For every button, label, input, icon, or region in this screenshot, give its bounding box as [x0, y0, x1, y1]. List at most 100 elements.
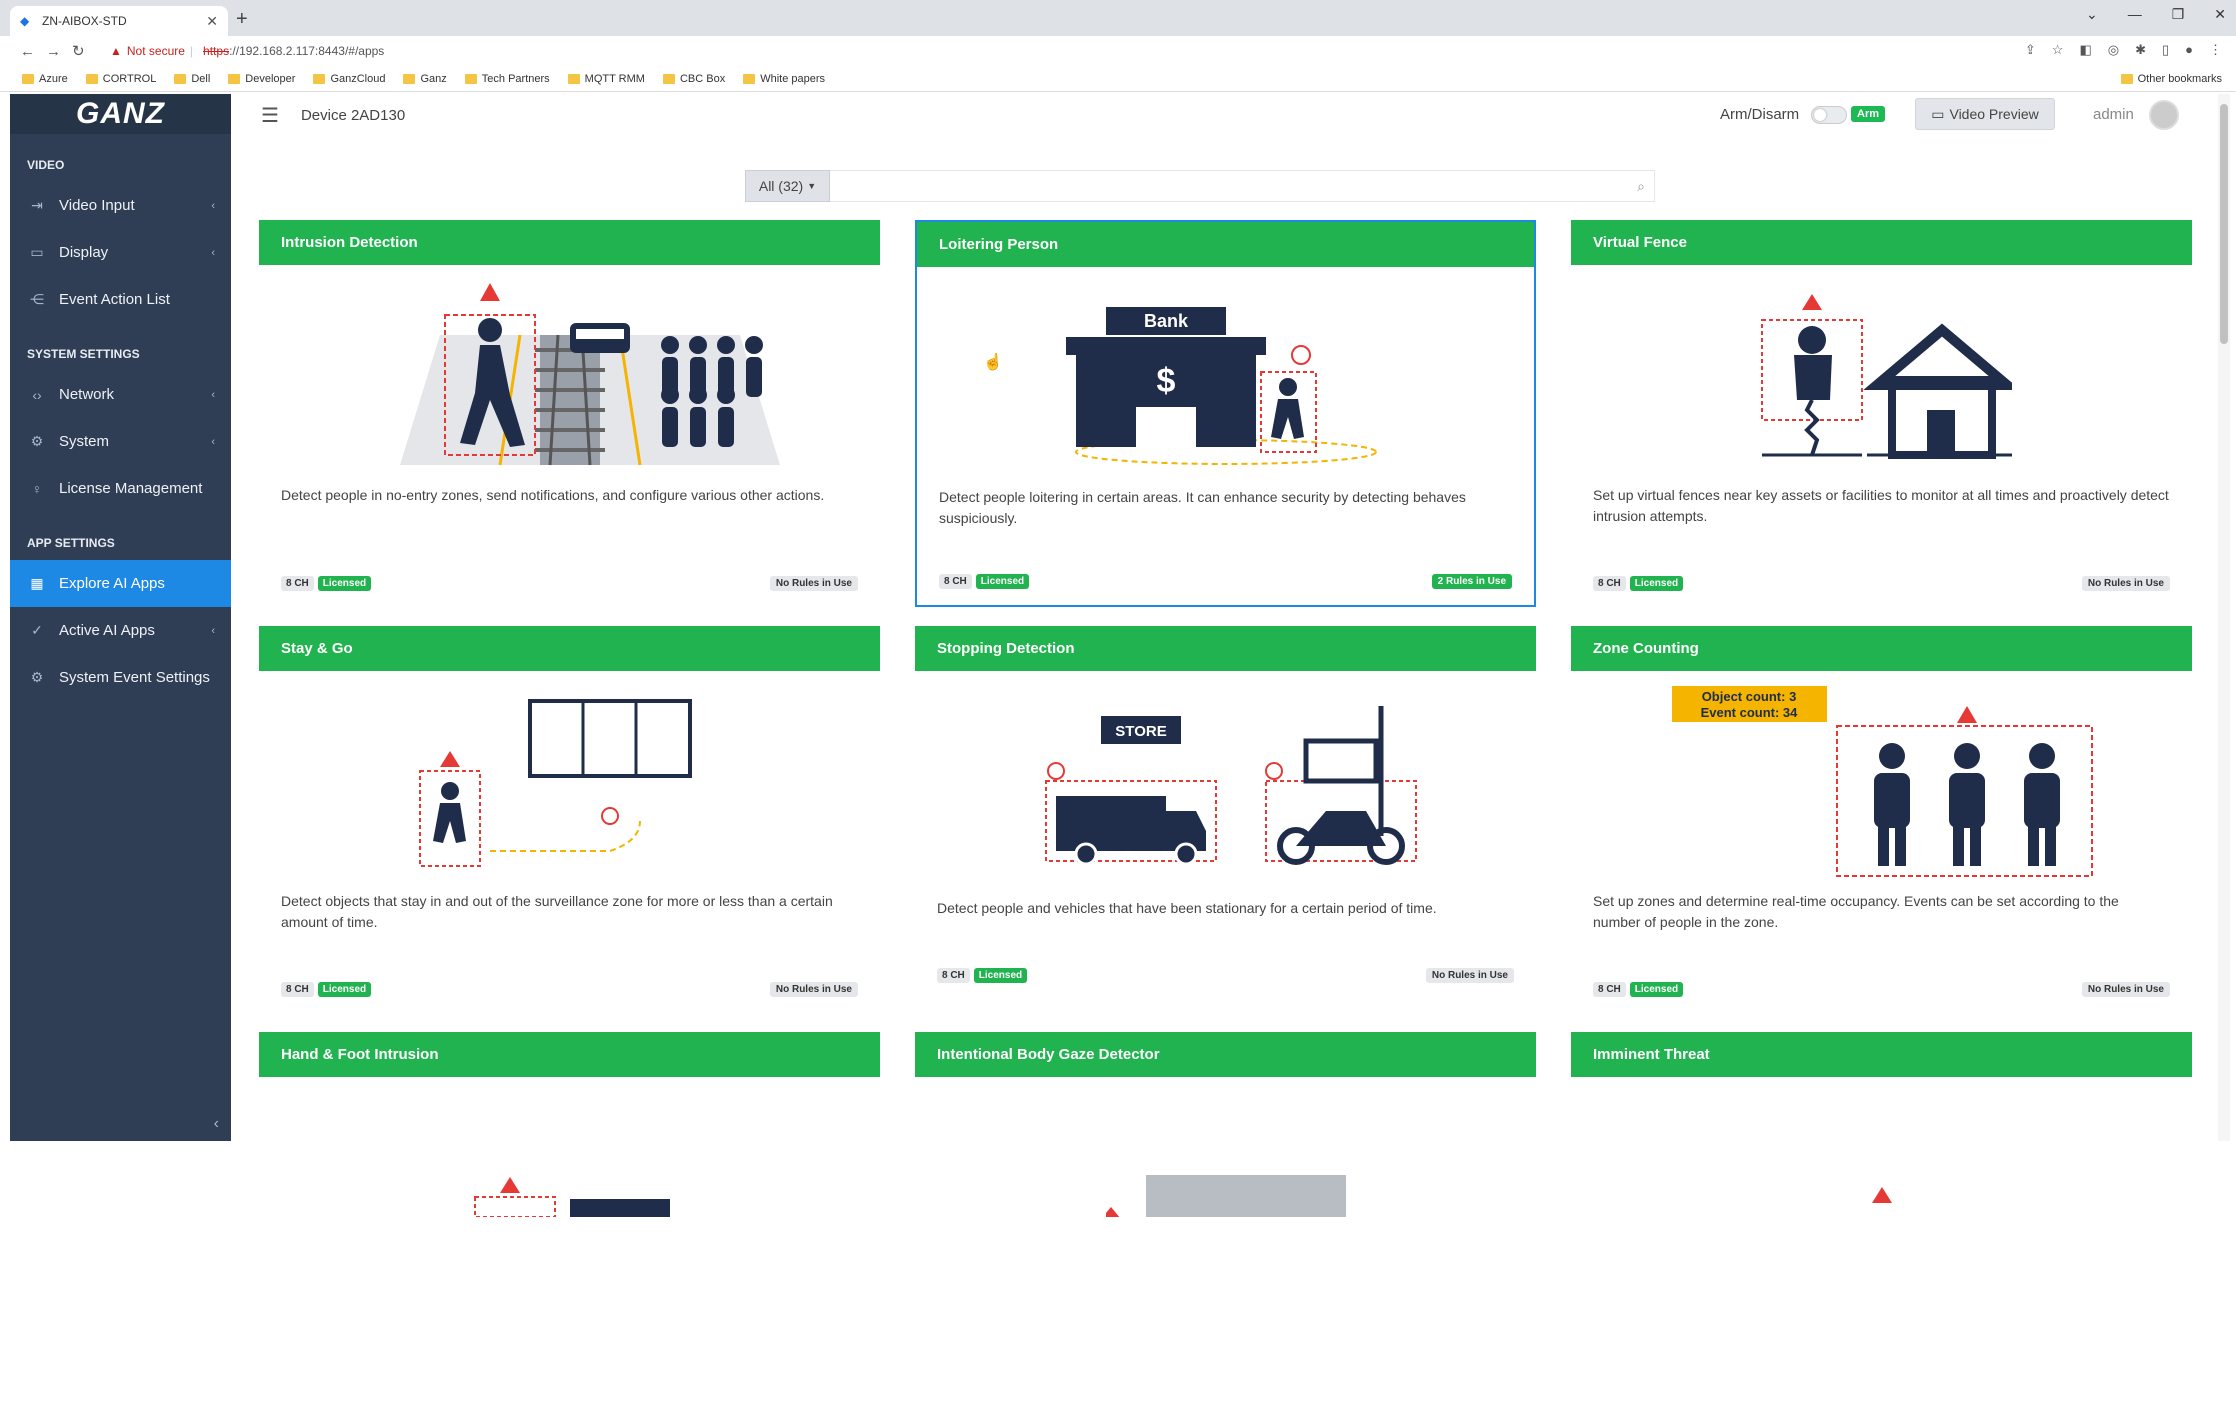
- category-dropdown[interactable]: All (32) ▼: [745, 170, 830, 202]
- close-tab-icon[interactable]: ✕: [206, 13, 218, 30]
- bookmark-item[interactable]: Ganz: [403, 73, 447, 85]
- app-card-intentional-body-gaze-detector[interactable]: Intentional Body Gaze Detector: [915, 1032, 1536, 1419]
- reload-icon[interactable]: ↻: [72, 42, 98, 60]
- chevron-left-icon: ‹: [211, 388, 215, 401]
- app-illustration: STORE: [915, 671, 1536, 891]
- url-field[interactable]: https://192.168.2.117:8443/#/apps: [203, 44, 384, 58]
- rules-badge: No Rules in Use: [2081, 982, 2170, 997]
- video-preview-button[interactable]: ▭ Video Preview: [1915, 98, 2055, 130]
- sidebar-item-active-ai-apps[interactable]: ✓ Active AI Apps ‹: [10, 607, 231, 654]
- bookmark-label: Azure: [39, 72, 68, 85]
- bookmark-item[interactable]: CBC Box: [662, 73, 725, 85]
- app-card-stay-go[interactable]: Stay & Go Detect objects that stay in and…: [259, 626, 880, 1013]
- folder-icon: [85, 73, 98, 84]
- bookmark-item[interactable]: Developer: [228, 73, 295, 85]
- sidebar-item-label: License Management: [59, 480, 203, 497]
- sidebar-item-video-input[interactable]: ⇥ Video Input ‹: [10, 182, 231, 229]
- app-card-footer: 8 CH Licensed No Rules in Use: [1593, 982, 2170, 997]
- channel-badge: 8 CH: [1593, 576, 1626, 591]
- profile-icon[interactable]: ●: [2185, 42, 2193, 58]
- sidebar-item-system[interactable]: ⚙ System ‹: [10, 418, 231, 465]
- app-card-imminent-threat[interactable]: Imminent Threat: [1571, 1032, 2192, 1419]
- back-icon[interactable]: ←: [20, 43, 46, 60]
- caret-down-icon: ▼: [807, 181, 817, 191]
- app-illustration: Bank $: [917, 267, 1534, 487]
- search-input[interactable]: [830, 170, 1655, 202]
- puzzle-icon[interactable]: ✱: [2135, 42, 2146, 58]
- security-indicator[interactable]: ▲ Not secure |: [110, 44, 193, 58]
- app-card-title: Imminent Threat: [1571, 1032, 2192, 1077]
- chevron-left-icon: ‹: [211, 624, 215, 637]
- sidebar-item-system-event-settings[interactable]: ⚙ System Event Settings: [10, 654, 231, 701]
- hamburger-menu-icon[interactable]: ☰: [261, 103, 279, 128]
- minimize-icon[interactable]: —: [2128, 6, 2142, 23]
- bookmark-item[interactable]: Tech Partners: [464, 73, 550, 85]
- forward-icon[interactable]: →: [46, 43, 72, 60]
- other-bookmarks-label: Other bookmarks: [2137, 72, 2222, 85]
- app-card-title: Stay & Go: [259, 626, 880, 671]
- share-icon: ⋲: [30, 291, 44, 307]
- event-count-label: Event count: 34: [1700, 705, 1798, 720]
- app-card-description: Detect people and vehicles that have bee…: [937, 900, 1437, 916]
- svg-text:$: $: [1156, 362, 1175, 400]
- bookmark-item[interactable]: White papers: [743, 73, 825, 85]
- app-card-virtual-fence[interactable]: Virtual Fence Set up virtual fences near …: [1571, 220, 2192, 607]
- bookmark-item[interactable]: Dell: [174, 73, 210, 85]
- bookmark-item[interactable]: MQTT RMM: [567, 72, 645, 85]
- sidebar-item-network[interactable]: ‹› Network ‹: [10, 371, 231, 418]
- extension-icon[interactable]: ◧: [2079, 42, 2091, 58]
- bookmark-item[interactable]: CORTROL: [85, 73, 156, 85]
- bookmarks-bar: Azure CORTROL Dell Developer GanzCloud Ganz Te…: [0, 66, 2236, 92]
- collapse-sidebar-icon[interactable]: ‹: [214, 1115, 219, 1133]
- app-card-footer: 8 CH Licensed No Rules in Use: [1593, 576, 2170, 591]
- close-window-icon[interactable]: ✕: [2214, 6, 2226, 23]
- browser-tab[interactable]: ◆ ZN-AIBOX-STD ✕: [10, 6, 228, 36]
- page-scrollbar[interactable]: [2218, 94, 2230, 1141]
- extension-icon[interactable]: ◎: [2108, 42, 2119, 58]
- kebab-menu-icon[interactable]: ⋮: [2209, 42, 2222, 58]
- sidebar-item-label: Network: [59, 386, 115, 403]
- sidebar-item-explore-ai-apps[interactable]: ▦ Explore AI Apps: [10, 560, 231, 607]
- app-card-loitering-person[interactable]: Loitering Person Bank $ Detect people loite…: [915, 220, 1536, 607]
- app-card-stopping-detection[interactable]: Stopping Detection STORE Detect people and…: [915, 626, 1536, 1013]
- folder-icon: [174, 73, 187, 84]
- address-bar: ← → ↻ ▲ Not secure | https://192.168.2.1…: [0, 36, 2236, 66]
- sidebar-item-event-action-list[interactable]: ⋲ Event Action List: [10, 276, 231, 323]
- new-tab-button[interactable]: +: [236, 8, 248, 31]
- sidebar-item-license-management[interactable]: ♀ License Management: [10, 465, 231, 512]
- sidepanel-icon[interactable]: ▯: [2162, 42, 2169, 58]
- sidebar-item-label: System Event Settings: [59, 669, 210, 686]
- scrollbar-thumb[interactable]: [2220, 104, 2228, 344]
- bookmark-item[interactable]: GanzCloud: [313, 73, 385, 85]
- network-icon: ‹›: [32, 386, 42, 403]
- tab-search-icon[interactable]: ⌄: [2086, 6, 2098, 23]
- share-icon[interactable]: ⇪: [2025, 42, 2036, 58]
- arm-disarm-toggle[interactable]: [1811, 106, 1847, 124]
- app-card-zone-counting[interactable]: Zone Counting Object count: 3 Event count:…: [1571, 626, 2192, 1013]
- other-bookmarks[interactable]: Other bookmarks: [2120, 72, 2222, 85]
- store-sign: STORE: [1115, 723, 1166, 740]
- bookmark-item[interactable]: Azure: [22, 73, 68, 85]
- ganz-logo[interactable]: GANZ: [10, 94, 231, 134]
- sidebar-item-display[interactable]: ▭ Display ‹: [10, 229, 231, 276]
- app-card-title: Virtual Fence: [1571, 220, 2192, 265]
- site-favicon-icon: ◆: [20, 14, 30, 28]
- folder-icon: [464, 73, 477, 84]
- app-illustration: [1571, 1077, 2192, 1297]
- url-scheme: https: [203, 44, 230, 58]
- search-icon[interactable]: ⌕: [1637, 178, 1645, 195]
- sidebar-item-label: Active AI Apps: [59, 622, 155, 639]
- rules-badge: No Rules in Use: [2081, 576, 2170, 591]
- bookmark-label: MQTT RMM: [584, 72, 645, 85]
- avatar[interactable]: [2149, 100, 2179, 130]
- folder-icon: [22, 73, 34, 84]
- arm-status-badge: Arm: [1851, 106, 1886, 122]
- user-name[interactable]: admin: [2093, 106, 2134, 123]
- star-icon[interactable]: ☆: [2052, 42, 2064, 58]
- app-card-intrusion-detection[interactable]: Intrusion Detection Detect people in no-e…: [259, 220, 880, 607]
- monitor-in-icon: ⇥: [31, 197, 43, 213]
- app-card-hand-foot-intrusion[interactable]: Hand & Foot Intrusion: [259, 1032, 880, 1419]
- app-card-footer: 8 CH Licensed No Rules in Use: [281, 982, 858, 997]
- restore-icon[interactable]: ❐: [2172, 6, 2185, 23]
- grid-icon: ▦: [30, 575, 44, 591]
